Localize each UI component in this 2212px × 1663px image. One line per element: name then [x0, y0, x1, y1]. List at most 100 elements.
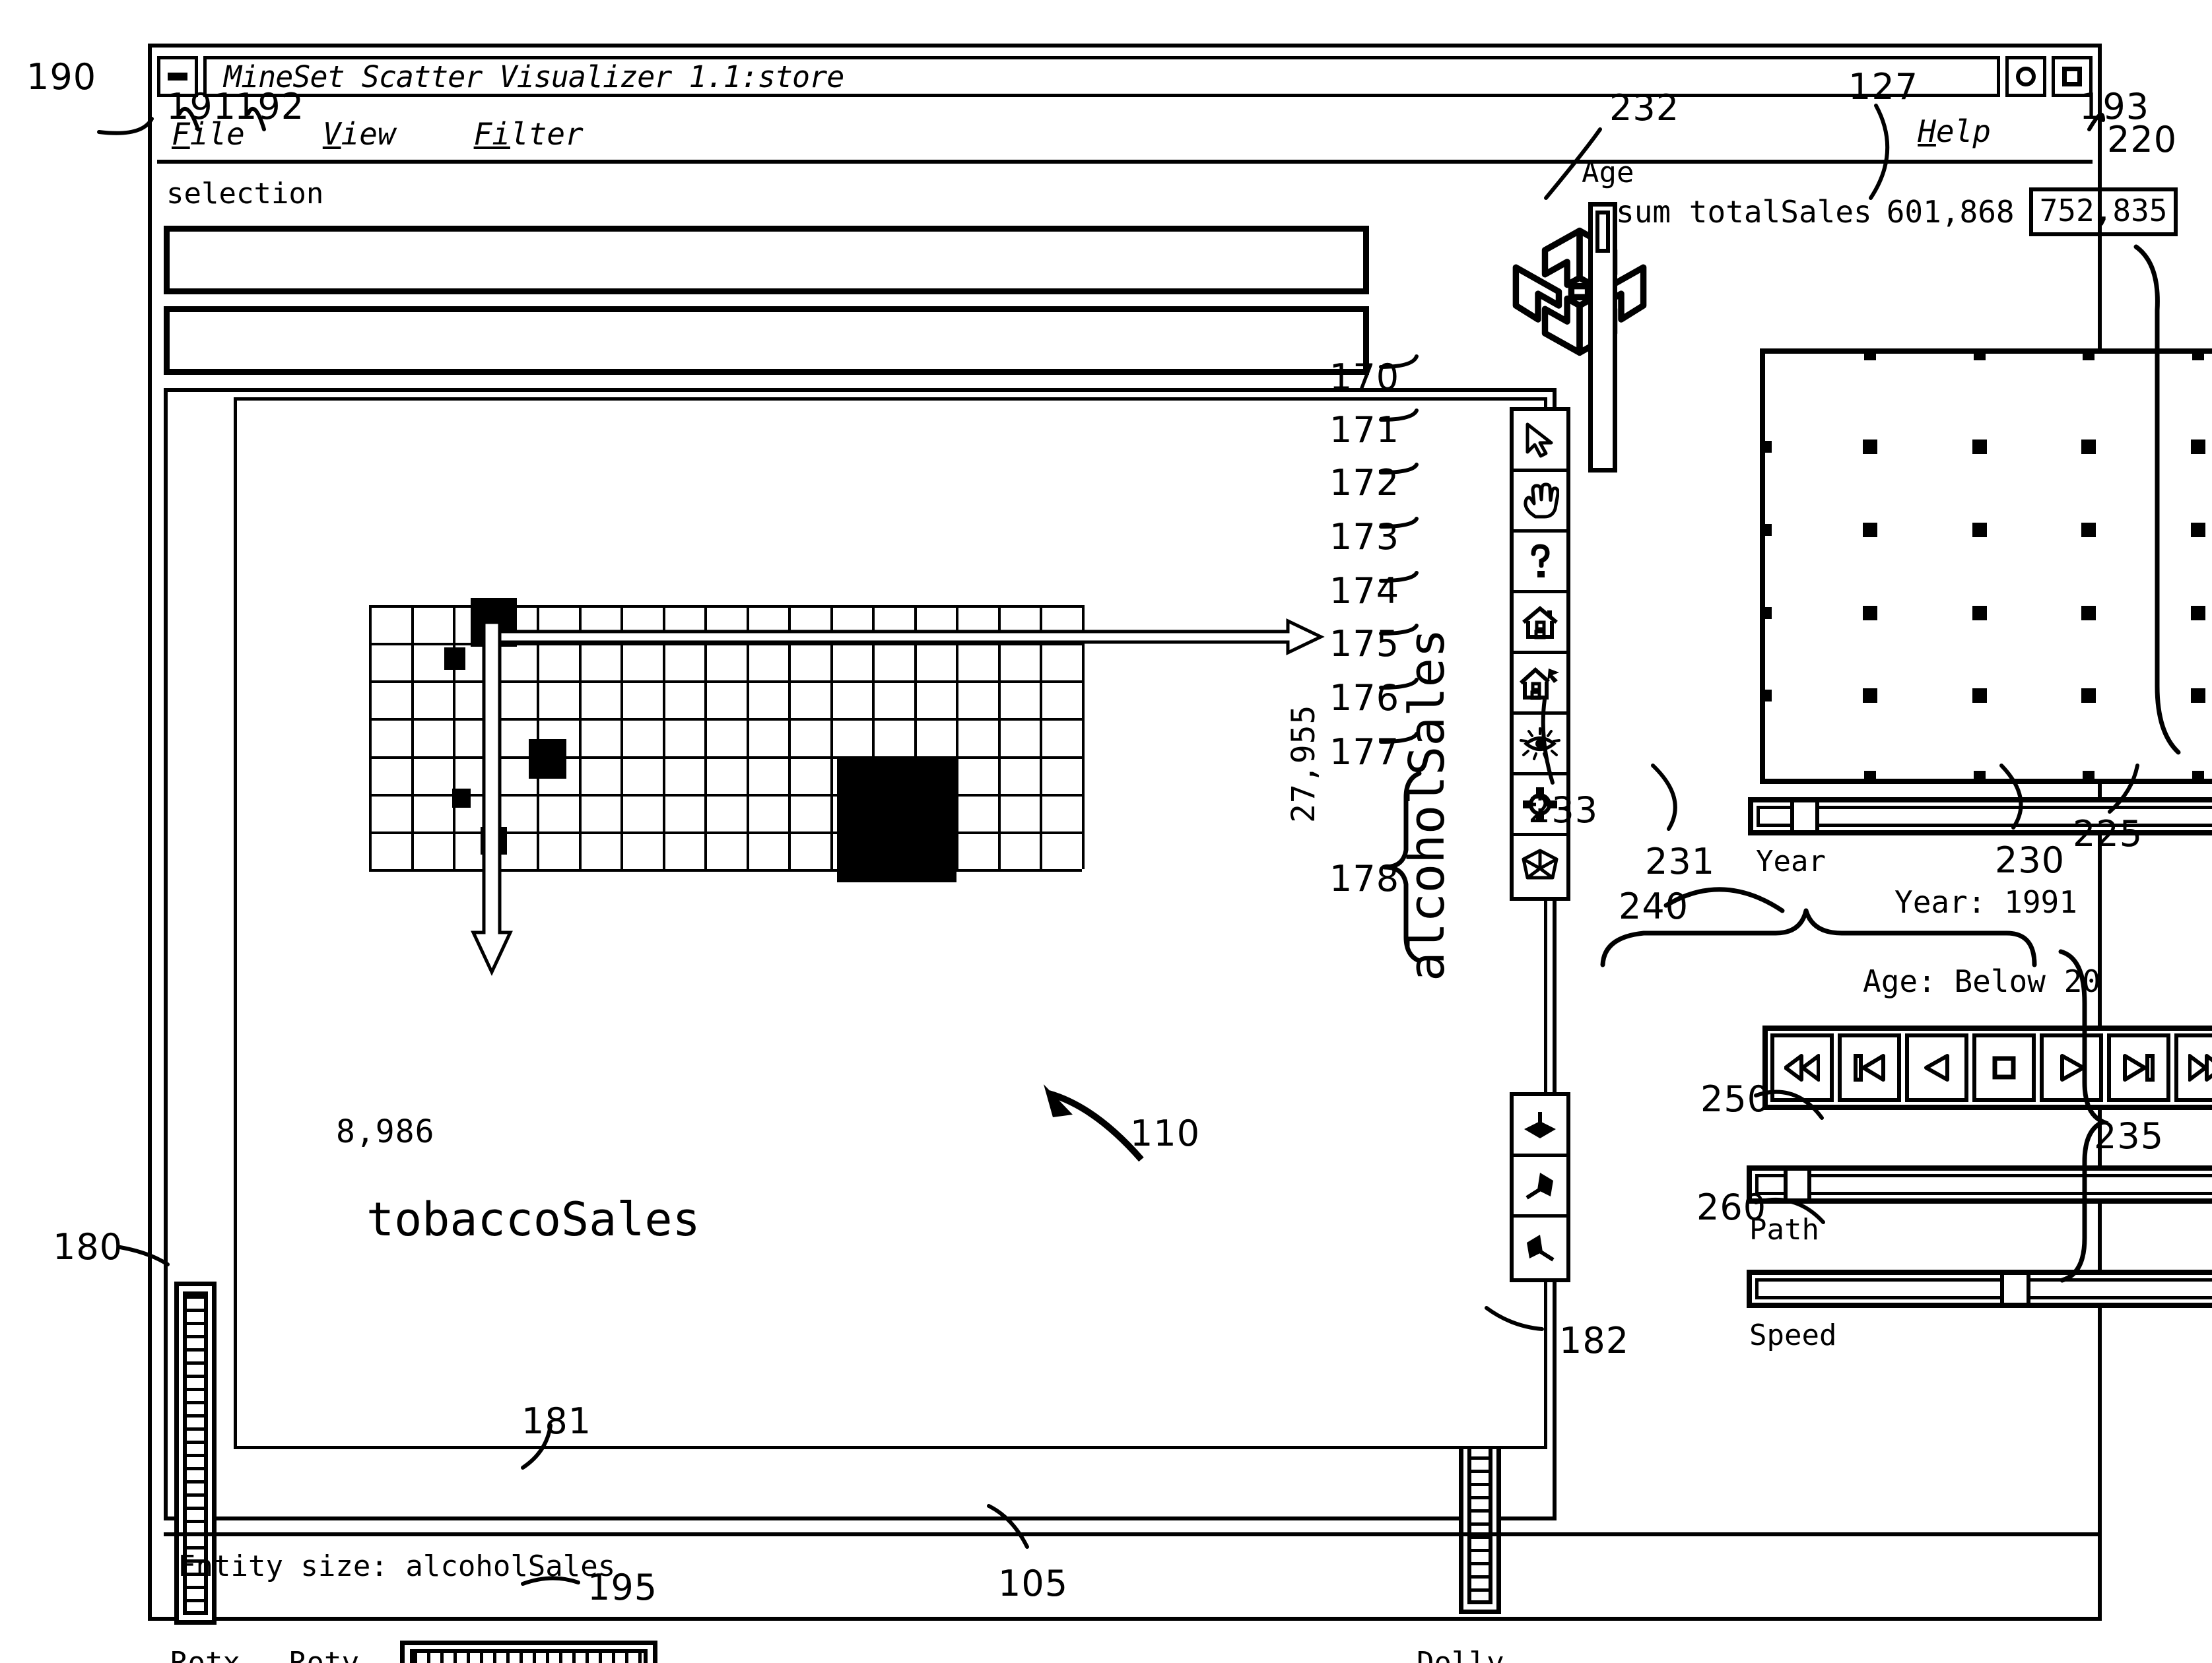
plane-left-icon[interactable]	[1514, 1218, 1566, 1278]
matrix-dot[interactable]	[2081, 688, 2096, 703]
window-restore-button[interactable]	[2005, 56, 2046, 97]
minimize-icon	[168, 73, 187, 81]
x-axis-label: tobaccoSales	[366, 1192, 700, 1247]
skip-end-button[interactable]	[2107, 1033, 2170, 1102]
status-text: Entity size: alcoholSales	[178, 1549, 616, 1583]
summary-prefix: sum totalSales	[1616, 194, 1872, 230]
reference-numeral-170: 170	[1329, 356, 1400, 398]
matrix-tick	[1974, 771, 1986, 780]
age-slider[interactable]	[1588, 202, 1617, 473]
menu-help-rest: elp	[1935, 114, 1991, 149]
aggregate-matrix[interactable]	[1760, 348, 2212, 784]
reference-numeral-232: 232	[1609, 87, 1680, 129]
plane-top-icon[interactable]	[1514, 1096, 1566, 1157]
speed-label: Speed	[1749, 1319, 1837, 1352]
selection-field-primary[interactable]	[164, 226, 1369, 294]
arrow-pointer-icon[interactable]	[1514, 411, 1566, 472]
matrix-dot[interactable]	[2191, 523, 2205, 537]
summary-selected-value: 752,835	[2028, 187, 2178, 236]
set-home-icon[interactable]	[1514, 654, 1566, 715]
y-axis-arrow	[471, 622, 513, 976]
rotx-label: Rotx	[170, 1646, 240, 1663]
matrix-dot[interactable]	[1863, 606, 1877, 620]
selection-field-secondary[interactable]	[164, 306, 1369, 375]
scatter-marker[interactable]	[444, 647, 465, 670]
age-slider-thumb[interactable]	[1595, 211, 1610, 253]
scatter-marker[interactable]	[452, 789, 471, 808]
reference-numeral-172: 172	[1329, 462, 1400, 504]
dolly-label: Dolly	[1417, 1646, 1504, 1663]
menu-view-mnemonic: V	[322, 116, 341, 152]
question-help-icon[interactable]	[1514, 533, 1566, 593]
matrix-dot[interactable]	[1863, 523, 1877, 537]
reference-numeral-190: 190	[26, 56, 97, 98]
reference-numeral-181: 181	[521, 1400, 592, 1442]
menu-view[interactable]: View	[323, 116, 396, 152]
matrix-dot[interactable]	[1972, 523, 1987, 537]
reference-numeral-174: 174	[1329, 570, 1400, 612]
hand-pan-icon[interactable]	[1514, 472, 1566, 533]
menu-help[interactable]: Help	[1918, 114, 1991, 149]
speed-slider[interactable]	[1747, 1270, 2212, 1308]
matrix-dot[interactable]	[2081, 523, 2096, 537]
reference-numeral-192: 192	[234, 86, 305, 127]
matrix-dot[interactable]	[1863, 440, 1877, 454]
reference-numeral-175: 175	[1329, 623, 1400, 665]
view-orientation-toolbar[interactable]	[1510, 1092, 1570, 1282]
path-slider[interactable]	[1747, 1165, 2212, 1204]
matrix-dot[interactable]	[2191, 688, 2205, 703]
matrix-tick	[2083, 771, 2095, 780]
rewind-button[interactable]	[1770, 1033, 1834, 1102]
circle-icon	[2016, 67, 2036, 86]
menu-filter-rest: lter	[510, 116, 584, 152]
summary-line: sum totalSales 601,868 752,835	[1616, 187, 2178, 236]
reference-numeral-235: 235	[2094, 1115, 2164, 1157]
square-icon	[2062, 67, 2082, 86]
matrix-dot[interactable]	[2081, 440, 2096, 454]
reference-numeral-105: 105	[998, 1563, 1069, 1604]
reference-numeral-231: 231	[1645, 841, 1716, 882]
perspective-box-icon[interactable]	[1514, 836, 1566, 897]
matrix-tick	[2192, 351, 2204, 360]
matrix-dot[interactable]	[1972, 440, 1987, 454]
menu-view-rest: iew	[341, 116, 396, 152]
matrix-dot[interactable]	[1972, 606, 1987, 620]
mineset-logo-icon	[1510, 222, 1649, 362]
scatter-marker[interactable]	[529, 739, 566, 779]
reference-numeral-260: 260	[1696, 1187, 1767, 1228]
year-readout: Year: 1991	[1894, 884, 2077, 920]
reference-numeral-230: 230	[1995, 839, 2065, 881]
matrix-dot[interactable]	[2191, 440, 2205, 454]
matrix-tick	[2083, 351, 2095, 360]
roty-thumbwheel-knob[interactable]	[410, 1649, 648, 1663]
scatter-marker[interactable]	[837, 757, 956, 882]
animation-transport-controls[interactable]	[1762, 1026, 2212, 1110]
speed-slider-thumb[interactable]	[2000, 1275, 2030, 1303]
y-axis-min-value: 8,986	[336, 1113, 435, 1150]
fast-forward-button[interactable]	[2174, 1033, 2212, 1102]
skip-start-button[interactable]	[1838, 1033, 1901, 1102]
speed-slider-track	[1755, 1278, 2212, 1299]
plane-right-icon[interactable]	[1514, 1157, 1566, 1218]
roty-label: Roty	[289, 1646, 359, 1663]
year-slider-track	[1757, 806, 2212, 827]
patent-figure-page: MineSet Scatter Visualizer 1.1:store Fil…	[0, 0, 2212, 1663]
view-all-eye-icon[interactable]	[1514, 715, 1566, 775]
step-back-button[interactable]	[1905, 1033, 1968, 1102]
matrix-dot[interactable]	[2081, 606, 2096, 620]
home-view-icon[interactable]	[1514, 593, 1566, 654]
matrix-dot[interactable]	[1863, 688, 1877, 703]
path-slider-thumb[interactable]	[1784, 1171, 1811, 1198]
reference-numeral-171: 171	[1329, 409, 1400, 451]
roty-thumbwheel[interactable]	[400, 1641, 657, 1663]
play-button[interactable]	[2040, 1033, 2103, 1102]
year-slider-thumb[interactable]	[1790, 802, 1819, 830]
matrix-dot[interactable]	[2191, 606, 2205, 620]
title-bar: MineSet Scatter Visualizer 1.1:store	[157, 53, 2093, 100]
window-title: MineSet Scatter Visualizer 1.1:store	[224, 59, 844, 94]
menu-filter[interactable]: Filter	[474, 116, 584, 152]
stop-button[interactable]	[1972, 1033, 2036, 1102]
window-title-field: MineSet Scatter Visualizer 1.1:store	[203, 56, 2000, 97]
matrix-dot[interactable]	[1972, 688, 1987, 703]
scatter-view-pane[interactable]: Rotx Roty Dolly alcoholSales 27,955 8,98…	[164, 388, 1570, 1663]
